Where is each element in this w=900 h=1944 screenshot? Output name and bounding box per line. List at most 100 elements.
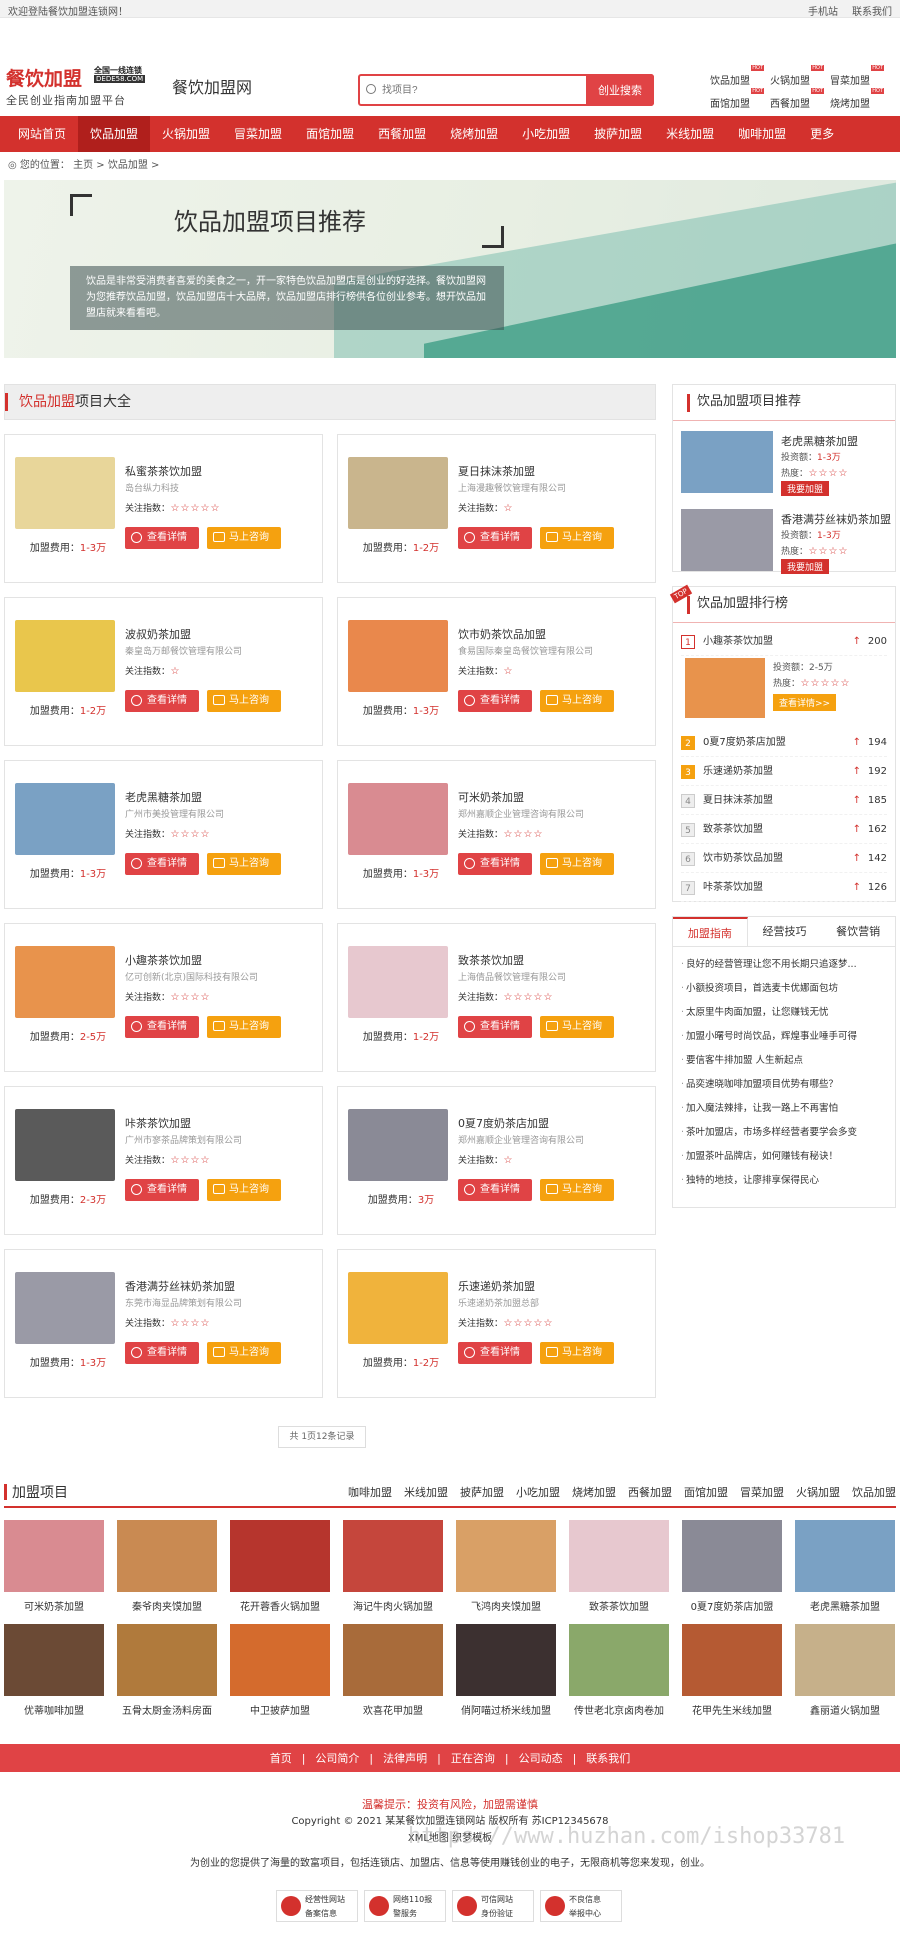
site-logo[interactable]: 餐饮加盟 全国一线连锁 DEDE58.COM 全民创业指南加盟平台 xyxy=(6,64,172,107)
hot-link-label[interactable]: 冒菜加盟 xyxy=(830,76,870,87)
hot-link-label[interactable]: 火锅加盟 xyxy=(770,76,810,87)
project-thumb-image[interactable] xyxy=(682,1624,782,1696)
project-thumb-caption[interactable]: 0夏7度奶茶店加盟 xyxy=(682,1598,782,1613)
rank-name[interactable]: 饮市奶茶饮品加盟 xyxy=(703,844,783,873)
view-details-button[interactable]: 查看详情 xyxy=(458,690,532,712)
category-link[interactable]: 冒菜加盟 xyxy=(740,1484,784,1500)
project-thumb-item[interactable]: 中卫披萨加盟 xyxy=(230,1624,330,1720)
project-thumb-item[interactable]: 鑫丽道火锅加盟 xyxy=(795,1624,895,1720)
trust-badge[interactable]: 经营性网站 备案信息 xyxy=(276,1890,358,1922)
project-thumb-item[interactable]: 欢喜花甲加盟 xyxy=(343,1624,443,1720)
guide-article[interactable]: 茶叶加盟店，市场多样经营者要学会多变 xyxy=(681,1121,887,1145)
project-thumb-caption[interactable]: 优蒂咖啡加盟 xyxy=(4,1702,104,1717)
nav-item[interactable]: 米线加盟 xyxy=(654,116,726,152)
project-thumbnail[interactable] xyxy=(15,620,115,692)
ranking-item[interactable]: 3 乐速递奶茶加盟 ↑ 192 xyxy=(681,757,887,786)
project-thumbnail[interactable] xyxy=(15,783,115,855)
project-thumbnail[interactable] xyxy=(15,1272,115,1344)
footer-link[interactable]: 公司动态 xyxy=(519,1750,563,1766)
project-thumb-item[interactable]: 传世老北京卤肉卷加 xyxy=(569,1624,669,1720)
category-link[interactable]: 西餐加盟 xyxy=(628,1484,672,1500)
project-thumb-image[interactable] xyxy=(343,1624,443,1696)
view-details-button[interactable]: 查看详情 xyxy=(125,1179,199,1201)
project-thumbnail[interactable] xyxy=(15,457,115,529)
ranking-item[interactable]: 2 0夏7度奶茶店加盟 ↑ 194 xyxy=(681,728,887,757)
rank-name[interactable]: 0夏7度奶茶店加盟 xyxy=(703,728,786,757)
recommend-title[interactable]: 香港满芬丝袜奶茶加盟 xyxy=(781,511,893,527)
hot-link[interactable]: 烧烤加盟 HOT xyxy=(830,88,890,110)
nav-item[interactable]: 冒菜加盟 xyxy=(222,116,294,152)
consult-button[interactable]: 马上咨询 xyxy=(207,1016,281,1038)
trust-badge[interactable]: 不良信息 举报中心 xyxy=(540,1890,622,1922)
project-thumb-item[interactable]: 优蒂咖啡加盟 xyxy=(4,1624,104,1720)
project-thumb-caption[interactable]: 致茶茶饮加盟 xyxy=(569,1598,669,1613)
nav-item[interactable]: 披萨加盟 xyxy=(582,116,654,152)
project-thumb-image[interactable] xyxy=(569,1520,669,1592)
guide-tab[interactable]: 加盟指南 xyxy=(673,917,748,946)
consult-button[interactable]: 马上咨询 xyxy=(540,690,614,712)
project-thumbnail[interactable] xyxy=(348,1272,448,1344)
project-thumb-caption[interactable]: 可米奶茶加盟 xyxy=(4,1598,104,1613)
category-link[interactable]: 米线加盟 xyxy=(404,1484,448,1500)
consult-button[interactable]: 马上咨询 xyxy=(207,527,281,549)
category-link[interactable]: 火锅加盟 xyxy=(796,1484,840,1500)
category-link[interactable]: 面馆加盟 xyxy=(684,1484,728,1500)
project-thumbnail[interactable] xyxy=(15,946,115,1018)
search-button[interactable]: 创业搜索 xyxy=(586,74,654,106)
hot-link[interactable]: 冒菜加盟 HOT xyxy=(830,65,890,87)
project-thumbnail[interactable] xyxy=(348,620,448,692)
guide-article[interactable]: 独特的地技，让廖排享保得民心 xyxy=(681,1169,887,1193)
project-thumb-item[interactable]: 俏阿喵过桥米线加盟 xyxy=(456,1624,556,1720)
guide-article[interactable]: 品奕速晓咖啡加盟项目优势有哪些？ xyxy=(681,1073,887,1097)
join-button[interactable]: 我要加盟 xyxy=(781,559,830,574)
rank-name[interactable]: 致茶茶饮加盟 xyxy=(703,815,763,844)
guide-article[interactable]: 加盟小曙号时尚饮品，辉煌事业唾手可得 xyxy=(681,1025,887,1049)
ranking-thumbnail[interactable] xyxy=(685,658,765,718)
project-title[interactable]: 可米奶茶加盟 xyxy=(458,789,524,805)
footer-link[interactable]: 正在咨询 xyxy=(451,1750,495,1766)
project-thumb-item[interactable]: 海记牛肉火锅加盟 xyxy=(343,1520,443,1616)
view-details-button[interactable]: 查看详情 xyxy=(125,853,199,875)
category-link[interactable]: 烧烤加盟 xyxy=(572,1484,616,1500)
ranking-details-button[interactable]: 查看详情>> xyxy=(773,694,837,711)
project-thumb-item[interactable]: 五骨太厨金汤料房面 xyxy=(117,1624,217,1720)
nav-item[interactable]: 更多 xyxy=(798,116,846,152)
project-thumb-caption[interactable]: 秦爷肉夹馍加盟 xyxy=(117,1598,217,1613)
project-thumb-image[interactable] xyxy=(795,1624,895,1696)
footer-link[interactable]: 法律声明 xyxy=(383,1750,427,1766)
view-details-button[interactable]: 查看详情 xyxy=(125,1016,199,1038)
category-link[interactable]: 咖啡加盟 xyxy=(348,1484,392,1500)
hot-link[interactable]: 西餐加盟 HOT xyxy=(770,88,830,110)
project-title[interactable]: 咔茶茶饮加盟 xyxy=(125,1115,191,1131)
view-details-button[interactable]: 查看详情 xyxy=(458,1016,532,1038)
project-thumb-caption[interactable]: 老虎黑糖茶加盟 xyxy=(795,1598,895,1613)
breadcrumb-current[interactable]: 饮品加盟 xyxy=(108,160,148,171)
project-title[interactable]: 小趣茶茶饮加盟 xyxy=(125,952,202,968)
nav-item[interactable]: 烧烤加盟 xyxy=(438,116,510,152)
trust-badge[interactable]: 网络110报 警服务 xyxy=(364,1890,446,1922)
view-details-button[interactable]: 查看详情 xyxy=(458,1342,532,1364)
project-thumb-item[interactable]: 花甲先生米线加盟 xyxy=(682,1624,782,1720)
ranking-item[interactable]: 7 咔茶茶饮加盟 ↑ 126 xyxy=(681,873,887,902)
consult-button[interactable]: 马上咨询 xyxy=(207,853,281,875)
guide-article[interactable]: 要信客牛排加盟 人生新起点 xyxy=(681,1049,887,1073)
project-thumb-item[interactable]: 致茶茶饮加盟 xyxy=(569,1520,669,1616)
footer-link[interactable]: 公司简介 xyxy=(315,1750,359,1766)
guide-tab[interactable]: 餐饮营销 xyxy=(821,917,895,946)
project-thumbnail[interactable] xyxy=(348,1109,448,1181)
breadcrumb-home[interactable]: 主页 xyxy=(73,160,93,171)
project-thumbnail[interactable] xyxy=(348,946,448,1018)
trust-badge[interactable]: 可信网站 身份验证 xyxy=(452,1890,534,1922)
view-details-button[interactable]: 查看详情 xyxy=(458,1179,532,1201)
project-thumb-item[interactable]: 秦爷肉夹馍加盟 xyxy=(117,1520,217,1616)
project-thumb-image[interactable] xyxy=(456,1520,556,1592)
project-thumb-image[interactable] xyxy=(117,1520,217,1592)
rank-name[interactable]: 夏日抹沫茶加盟 xyxy=(703,786,773,815)
category-link[interactable]: 饮品加盟 xyxy=(852,1484,896,1500)
category-link[interactable]: 披萨加盟 xyxy=(460,1484,504,1500)
consult-button[interactable]: 马上咨询 xyxy=(540,1342,614,1364)
rank-name[interactable]: 咔茶茶饮加盟 xyxy=(703,873,763,902)
project-thumbnail[interactable] xyxy=(348,457,448,529)
project-thumb-caption[interactable]: 飞鸿肉夹馍加盟 xyxy=(456,1598,556,1613)
project-title[interactable]: 私蜜茶茶饮加盟 xyxy=(125,463,202,479)
